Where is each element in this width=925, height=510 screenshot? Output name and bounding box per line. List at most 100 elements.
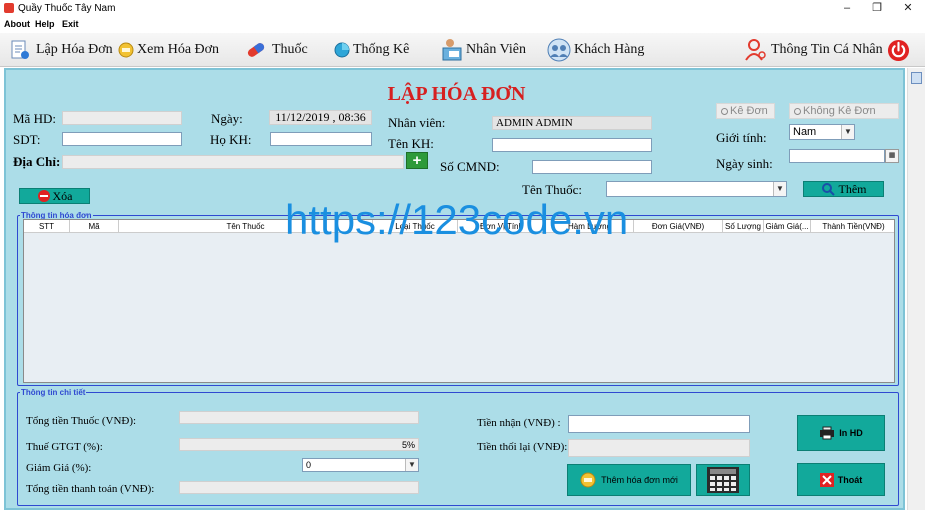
menu-help[interactable]: Help [35, 19, 55, 29]
chevron-down-icon: ▼ [405, 459, 418, 471]
minimize-button[interactable]: – [832, 0, 862, 17]
tien-nhan-input[interactable] [568, 415, 750, 433]
tien-thoi-label: Tiền thối lại (VNĐ): [477, 441, 568, 453]
col-giam-gia[interactable]: Giảm Giá(... [764, 220, 811, 233]
col-ma[interactable]: Mã [70, 220, 119, 233]
toolbar-khach-hang[interactable]: Khách Hàng [547, 33, 644, 67]
toolbar-xem-hoa-don[interactable]: Xem Hóa Đơn [118, 33, 219, 67]
toolbar-nhan-vien-label: Nhân Viên [466, 42, 526, 57]
main-toolbar: Lập Hóa Đơn Xem Hóa Đơn Thuốc Thống Kê N… [0, 33, 925, 67]
ho-kh-label: Họ KH: [210, 132, 252, 147]
add-customer-button[interactable]: + [406, 152, 428, 169]
ten-thuoc-select[interactable]: ▼ [606, 181, 787, 197]
app-icon [4, 3, 14, 13]
toolbar-lap-hoa-don[interactable]: Lập Hóa Đơn [9, 33, 113, 67]
toolbar-thong-ke[interactable]: Thống Kê [334, 33, 409, 67]
giam-gia-label: Giảm Giá (%): [26, 462, 92, 474]
so-cmnd-label: Số CMND: [440, 159, 500, 174]
in-hd-button[interactable]: In HD [797, 415, 885, 451]
gioi-tinh-value: Nam [793, 126, 817, 138]
thoat-button[interactable]: Thoát [797, 463, 885, 496]
them-label: Thêm [838, 181, 867, 196]
new-invoice-icon [580, 472, 596, 488]
view-invoice-icon [118, 42, 134, 58]
so-cmnd-input[interactable] [532, 160, 652, 174]
toolbar-nhan-vien[interactable]: Nhân Viên [441, 33, 526, 67]
calculator-icon [707, 467, 739, 493]
xoa-label: Xóa [52, 188, 73, 203]
col-so-luong[interactable]: Số Lượng [723, 220, 764, 233]
search-icon [821, 183, 835, 196]
tien-thoi-field [568, 439, 750, 457]
tong-thanh-toan-label: Tổng tiền thanh toán (VNĐ): [26, 483, 155, 495]
chevron-down-icon: ▼ [773, 182, 786, 196]
menu-exit[interactable]: Exit [62, 19, 79, 29]
col-stt[interactable]: STT [24, 220, 70, 233]
toolbar-thuoc-label: Thuốc [272, 42, 308, 57]
them-hoa-don-moi-label: Thêm hóa đơn mới [601, 475, 678, 485]
close-window-button[interactable]: ✕ [893, 0, 923, 17]
new-invoice-icon [11, 40, 29, 59]
radio-icon [794, 108, 801, 115]
invoice-form-panel: LẬP HÓA ĐƠN Mã HD: SDT: Địa Chỉ: + Ngày:… [4, 68, 905, 510]
toolbar-khach-hang-label: Khách Hàng [574, 42, 645, 57]
toolbar-thong-ke-label: Thống Kê [353, 42, 410, 57]
user-profile-icon [745, 39, 766, 61]
col-don-gia[interactable]: Đơn Giá(VNĐ) [634, 220, 723, 233]
ten-kh-input[interactable] [492, 138, 652, 152]
ngay-sinh-label: Ngày sinh: [716, 156, 773, 171]
calendar-icon: ▦ [888, 152, 896, 159]
them-hoa-don-moi-button[interactable]: Thêm hóa đơn mới [567, 464, 691, 496]
toolbar-thuoc[interactable]: Thuốc [245, 33, 308, 67]
tong-thanh-toan-field [179, 481, 419, 494]
statistics-icon [334, 42, 350, 58]
ngay-field: 11/12/2019 , 08:36 [269, 110, 372, 125]
gioi-tinh-label: Giới tính: [716, 130, 767, 145]
tong-tien-thuoc-field [179, 411, 419, 424]
nhan-vien-field: ADMIN ADMIN [492, 116, 652, 130]
radio-icon [721, 108, 728, 115]
ma-hd-label: Mã HD: [13, 111, 56, 126]
ho-kh-input[interactable] [270, 132, 372, 146]
tong-tien-thuoc-label: Tổng tiền Thuốc (VNĐ): [26, 415, 137, 427]
ke-don-radio[interactable]: Kê Đơn [716, 103, 775, 119]
thoat-label: Thoát [837, 474, 863, 485]
ten-kh-label: Tên KH: [388, 136, 434, 151]
thue-gtgt-field: 5% [179, 438, 419, 451]
ngay-sinh-input[interactable] [789, 149, 885, 163]
calendar-button[interactable]: ▦ [885, 149, 899, 163]
col-thanh-tien[interactable]: Thành Tiền(VNĐ) [811, 220, 896, 233]
ke-don-label: Kê Đơn [730, 105, 768, 117]
dia-chi-field[interactable] [62, 155, 404, 169]
thue-gtgt-label: Thuế GTGT (%): [26, 441, 103, 453]
maximize-button[interactable]: ❐ [862, 0, 892, 17]
scrollbar-thumb[interactable] [911, 72, 922, 84]
calculator-button[interactable] [696, 464, 750, 496]
giam-gia-select[interactable]: 0 ▼ [302, 458, 419, 472]
xoa-button[interactable]: Xóa [19, 188, 90, 204]
sdt-input[interactable] [62, 132, 182, 146]
gioi-tinh-select[interactable]: Nam ▼ [789, 124, 855, 140]
dia-chi-label: Địa Chỉ: [13, 154, 61, 169]
menu-bar: About Help Exit [0, 17, 925, 32]
plus-icon: + [412, 152, 422, 169]
title-bar: Quầy Thuốc Tây Nam – ❐ ✕ [0, 0, 925, 17]
close-icon [819, 472, 834, 487]
pill-icon [247, 43, 265, 57]
in-hd-label: In HD [839, 428, 863, 438]
sdt-label: SDT: [13, 132, 41, 147]
delete-icon [37, 190, 50, 202]
them-thuoc-button[interactable]: Thêm [803, 181, 884, 197]
vertical-scrollbar[interactable] [907, 68, 925, 510]
toolbar-thong-tin-ca-nhan[interactable]: Thông Tin Cá Nhân [744, 33, 883, 67]
logout-button[interactable] [887, 39, 910, 65]
menu-about[interactable]: About [4, 19, 30, 29]
toolbar-thong-tin-label: Thông Tin Cá Nhân [771, 42, 883, 57]
power-icon [887, 39, 910, 62]
khong-ke-don-radio[interactable]: Không Kê Đơn [789, 103, 899, 119]
khong-ke-don-label: Không Kê Đơn [803, 105, 876, 117]
ngay-label: Ngày: [211, 111, 243, 126]
tien-nhan-label: Tiền nhận (VNĐ) : [477, 417, 561, 429]
window-title: Quầy Thuốc Tây Nam [18, 3, 116, 14]
ma-hd-field[interactable] [62, 111, 182, 125]
